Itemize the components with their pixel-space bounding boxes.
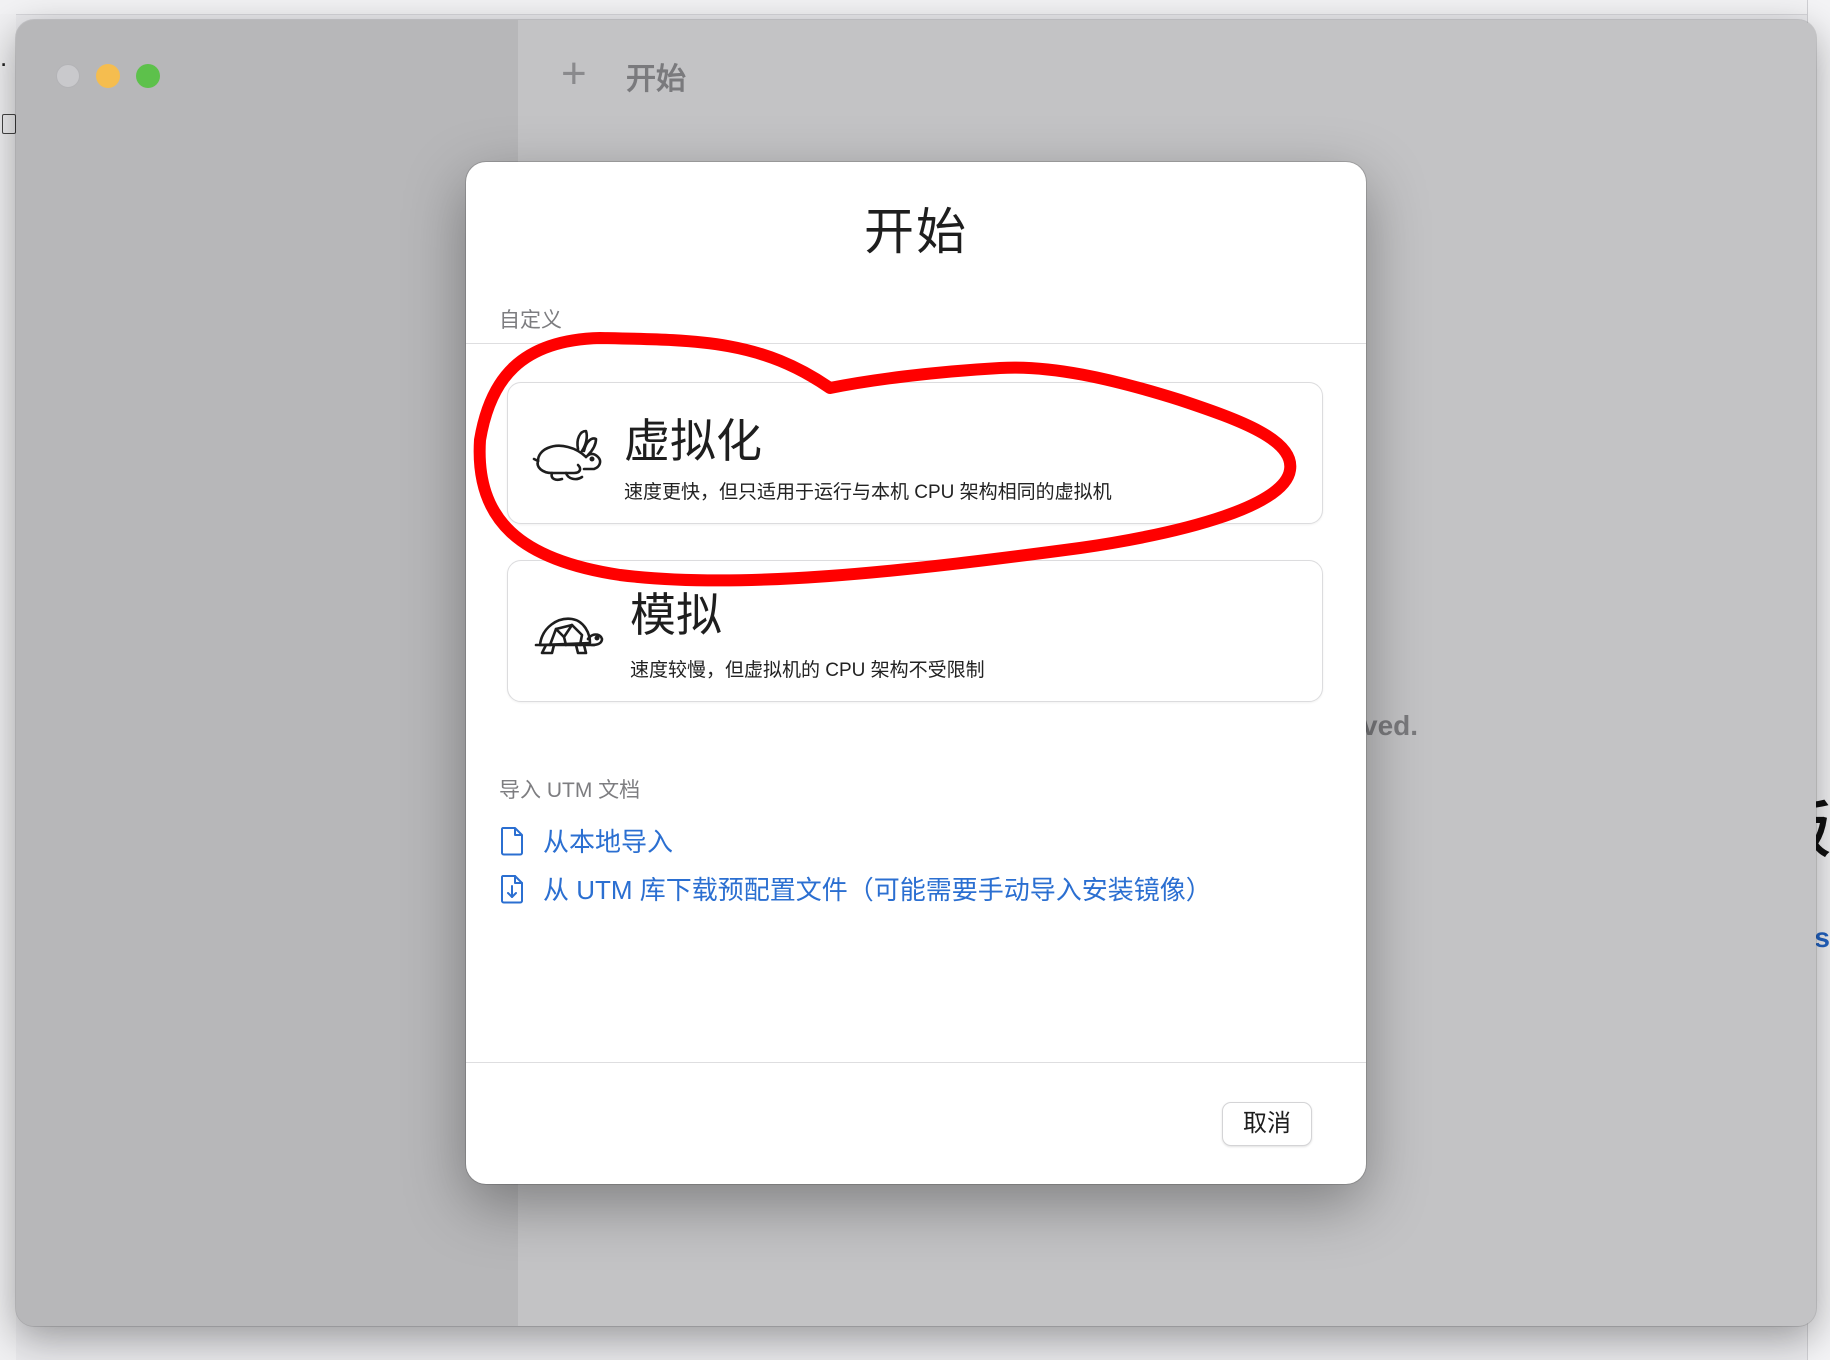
- import-local-link[interactable]: 从本地导入: [499, 822, 673, 859]
- sheet-title: 开始: [864, 204, 968, 260]
- background-right-link-text: s: [1814, 922, 1830, 953]
- virtualize-description: 速度更快，但只适用于运行与本机 CPU 架构相同的虚拟机: [624, 482, 1112, 503]
- background-window-left: .: [0, 14, 16, 1360]
- window-close-button[interactable]: [56, 64, 80, 88]
- main-pane-text: ved.: [1362, 710, 1419, 741]
- window-minimize-button[interactable]: [96, 64, 120, 88]
- sidebar: [16, 20, 518, 1326]
- import-local-label: 从本地导入: [543, 827, 674, 857]
- custom-section-label: 自定义: [499, 309, 562, 332]
- background-window-top: [0, 0, 1830, 15]
- download-gallery-link[interactable]: 从 UTM 库下载预配置文件（可能需要手动导入安装镜像）: [499, 870, 1212, 907]
- rabbit-icon: [532, 429, 602, 482]
- cancel-button[interactable]: 取消: [1222, 1102, 1312, 1146]
- virtualize-title: 虚拟化: [624, 415, 762, 467]
- download-gallery-label: 从 UTM 库下载预配置文件（可能需要手动导入安装镜像）: [543, 875, 1212, 905]
- document-icon: [501, 826, 523, 855]
- emulate-title: 模拟: [630, 589, 722, 641]
- footer-divider: [466, 1062, 1366, 1063]
- background-left-glyph: .: [0, 42, 8, 72]
- emulate-option[interactable]: 模拟 速度较慢，但虚拟机的 CPU 架构不受限制: [507, 560, 1323, 702]
- toolbar-title: 开始: [626, 63, 686, 96]
- turtle-icon: [534, 617, 604, 655]
- start-sheet: 开始 自定义 虚拟化 速度更快，但只适用于运行与本机 CPU 架构相同的虚拟机: [466, 162, 1366, 1184]
- document-download-icon: [501, 874, 523, 903]
- window-maximize-button[interactable]: [136, 64, 160, 88]
- virtualize-option[interactable]: 虚拟化 速度更快，但只适用于运行与本机 CPU 架构相同的虚拟机: [507, 382, 1323, 524]
- background-document-icon: [2, 114, 16, 134]
- plus-icon[interactable]: +: [561, 52, 587, 96]
- emulate-description: 速度较慢，但虚拟机的 CPU 架构不受限制: [630, 660, 985, 681]
- import-section-label: 导入 UTM 文档: [499, 779, 641, 802]
- section-divider: [466, 343, 1366, 344]
